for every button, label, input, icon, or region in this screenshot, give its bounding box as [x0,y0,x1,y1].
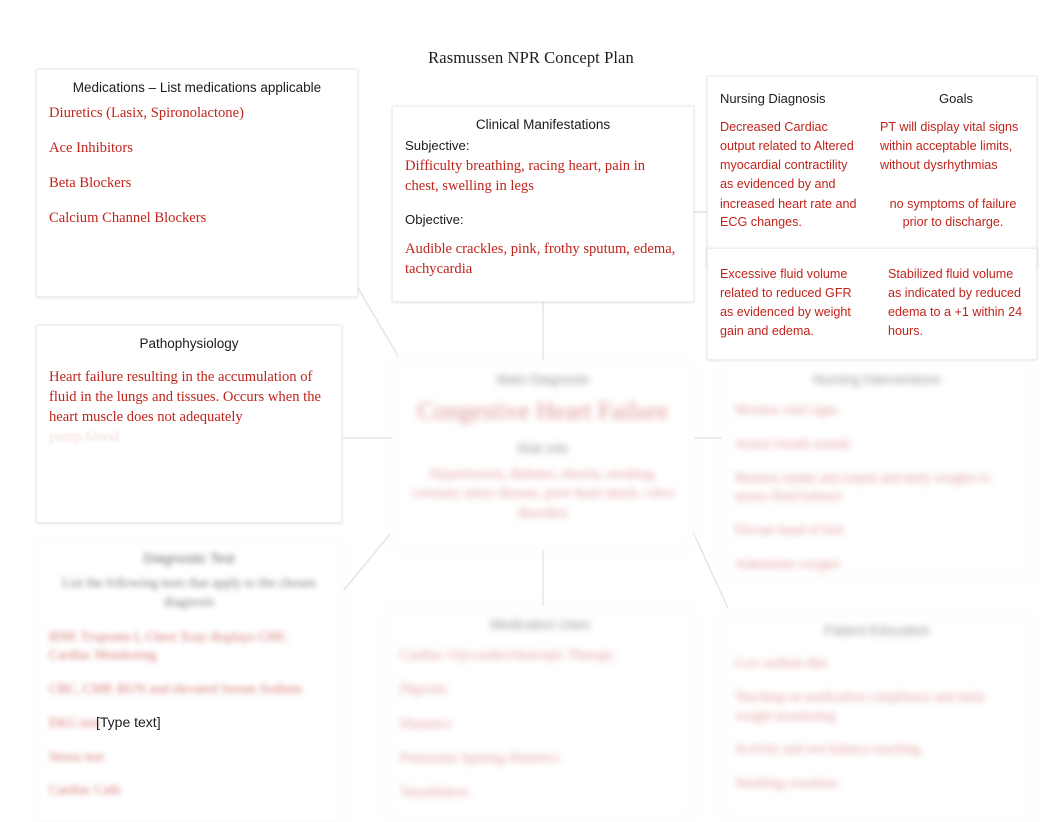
medications-box: Medications – List medications applicabl… [36,69,358,297]
nursing-diagnosis-text: Decreased Cardiac output related to Alte… [720,120,854,191]
pathophysiology-box: Pathophysiology Heart failure resulting … [36,325,342,523]
connector-diagnostic-to-center [343,533,391,591]
list-item: Low sodium diet [735,655,828,670]
medication-uses-box: Medication Uses Cardiac Glycosides/Inotr… [387,606,693,822]
objective-text: Audible crackles, pink, frothy sputum, e… [405,241,676,278]
list-item: Beta Blockers [49,175,132,192]
nursing-diagnosis-goals-row: Decreased Cardiac output related to Alte… [708,118,1036,194]
list-item: Diuretics (Lasix, Spironolactone) [49,105,244,121]
list-item: Digoxin [400,682,446,698]
goals-header: Goals [939,91,973,106]
patient-education-list: Low sodium diet Teaching on medication c… [723,640,1031,801]
pathophysiology-text: Heart failure resulting in the accumulat… [49,369,321,426]
clinical-manifestations-box-title: Clinical Manifestations [475,117,611,132]
list-item: Monitor vital signs [735,402,839,417]
risk-info-label: Risk Info [517,440,569,456]
medication-uses-box-title: Medication Uses [490,617,590,632]
subjective-label: Subjective: [405,138,470,153]
list-item: Assess breath sounds [735,435,851,451]
nursing-diagnosis-goals-box-2: Excessive fluid volume related to reduce… [707,248,1037,360]
list-item: Calcium Channel Blockers [49,210,207,227]
pathophysiology-faded-text: pump blood. [49,429,123,446]
medications-list: Diuretics (Lasix, Spironolactone) Ace In… [37,97,357,237]
diagnostic-tests-box-title: Diagnostic Test [143,551,235,566]
list-item: Teaching on medication compliance and da… [735,688,986,723]
list-item: Administer oxygen [735,555,840,571]
list-item: Smoking cessation [735,775,838,790]
diagnostic-tests-intro: List the following tests that apply to t… [62,575,316,609]
objective-label: Objective: [405,212,464,228]
nursing-diagnosis-text-cont: increased heart rate and ECG changes. [720,196,857,230]
diagnostic-tests-list: BNP, Troponin I, Chest Xray displays CHF… [49,628,329,801]
nursing-diagnosis-goals-row-cont: increased heart rate and ECG changes. no… [708,195,1036,233]
list-item: Stress test [49,748,104,764]
main-diagnosis-label: Main Diagnosis [496,372,590,387]
type-text-placeholder[interactable]: [Type text] [96,714,161,730]
diagnostic-tests-box: Diagnostic Test List the following tests… [36,540,342,822]
list-item: Cardiac Cath [49,782,121,798]
list-item: Ace Inhibitors [49,140,133,157]
goal-text-cont: no symptoms of failure prior to discharg… [889,196,1017,230]
diagnostic-tests-body: List the following tests that apply to t… [37,568,341,808]
list-item: Potassium Sparing Diuretics [400,750,560,766]
pathophysiology-body: Heart failure resulting in the accumulat… [37,353,341,456]
nursing-diagnosis-text-2: Excessive fluid volume related to reduce… [720,267,852,338]
patient-education-box: Patient Education Low sodium diet Teachi… [722,612,1032,822]
list-item: Activity and rest balance teaching [735,741,920,757]
main-diagnosis-box: Main Diagnosis Congestive Heart Failure … [392,361,694,549]
pathophysiology-box-title: Pathophysiology [139,336,239,351]
list-item: CBC, CMP, BUN and elevated Serum Sodium [49,681,302,697]
nursing-diagnosis-header: Nursing Diagnosis [720,91,826,106]
nursing-diagnosis-goals-header-row: Nursing Diagnosis Goals [708,77,1036,118]
main-diagnosis-value: Congestive Heart Failure [417,398,669,425]
list-item: BNP, Troponin I, Chest Xray displays CHF… [49,628,287,663]
clinical-manifestations-body: Subjective: Difficulty breathing, racing… [393,134,693,288]
list-item: Vasodilators [400,785,470,801]
medications-box-title: Medications – List medications applicabl… [72,80,322,95]
page-title: Rasmussen NPR Concept Plan [428,48,634,67]
list-item: Elevate head of bed [735,522,843,537]
list-item: Diuretics [400,716,452,732]
patient-education-box-title: Patient Education [824,623,930,638]
nursing-interventions-list: Monitor vital signs Assess breath sounds… [723,389,1031,578]
goal-text-2: Stabilized fluid volume as indicated by … [888,267,1023,338]
nursing-interventions-box: Nursing Interventions Monitor vital sign… [722,361,1032,579]
list-item: Cardiac Glycosides/Inotropic Therapy [400,648,615,663]
nursing-diagnosis-goals-box: Nursing Diagnosis Goals Decreased Cardia… [707,76,1037,268]
nursing-interventions-box-title: Nursing Interventions [813,372,941,387]
nursing-diagnosis-goals-row-2: Excessive fluid volume related to reduce… [708,249,1036,341]
list-item: EKG test [49,714,100,730]
goal-text: PT will display vital signs within accep… [880,120,1019,172]
medication-uses-list: Cardiac Glycosides/Inotropic Therapy Dig… [388,634,692,811]
clinical-manifestations-box: Clinical Manifestations Subjective: Diff… [392,106,694,302]
list-item: Monitor intake and output and daily weig… [735,469,991,504]
subjective-text: Difficulty breathing, racing heart, pain… [405,158,646,195]
risk-info-text: Hypertension, diabetes, obesity, smoking… [412,465,674,521]
